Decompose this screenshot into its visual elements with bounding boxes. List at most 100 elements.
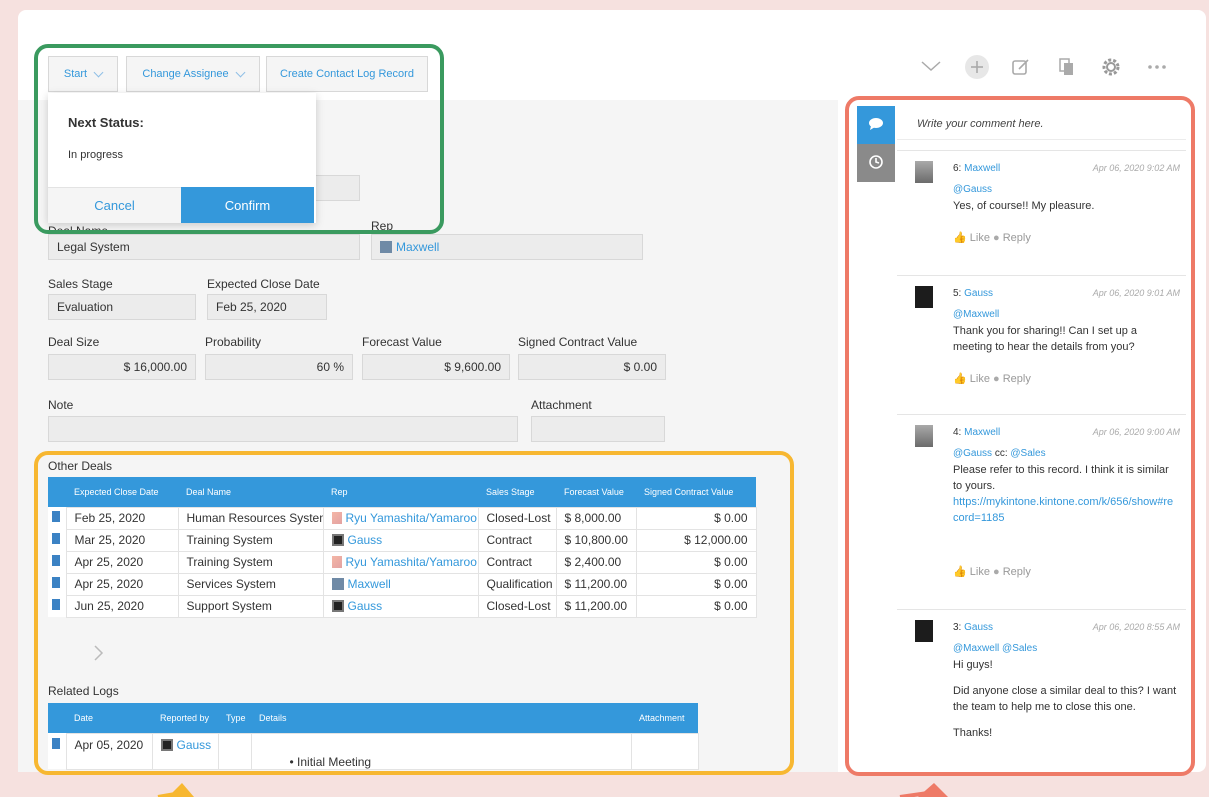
rep-link[interactable]: Ryu Yamashita/Yamaroo <box>346 555 477 569</box>
details-item: Initial Meeting <box>297 754 372 769</box>
comment-author[interactable]: Gauss <box>964 288 993 299</box>
yellow-pointer-arrow <box>150 783 220 797</box>
maxwell-avatar <box>380 241 392 253</box>
comment-text: Yes, of course!! My pleasure. <box>953 200 1095 212</box>
comment-number: 5: <box>953 288 962 299</box>
table-cell-stage: Contract <box>477 550 557 574</box>
comment-actions: 👍 Like ● Reply <box>953 565 1031 578</box>
collapse-chevron-icon[interactable] <box>920 58 942 79</box>
more-icon[interactable] <box>1146 60 1168 79</box>
confirm-button[interactable]: Confirm <box>181 187 314 223</box>
reporter-link[interactable]: Gauss <box>177 738 212 752</box>
status-action-popup: Next Status: In progress Cancel Confirm <box>48 93 316 223</box>
table-cell-forecast: $ 10,800.00 <box>555 528 637 552</box>
table-cell-forecast: $ 8,000.00 <box>555 506 637 530</box>
table-cell-date: Feb 25, 2020 <box>65 506 179 530</box>
table-header: Signed Contract Value <box>636 477 756 507</box>
chevron-down-icon <box>235 67 246 77</box>
table-row[interactable]: Jun 25, 2020 Support System Gauss Closed… <box>48 594 757 618</box>
reply-button[interactable]: Reply <box>1003 232 1031 244</box>
comment-mention[interactable]: @Gauss <box>953 182 1178 198</box>
document-icon[interactable] <box>52 511 60 522</box>
attachment-label: Attachment <box>531 398 592 412</box>
comment-mention[interactable]: @Sales <box>1010 448 1045 459</box>
avatar <box>915 286 933 308</box>
table-header: Attachment <box>631 703 698 733</box>
like-button[interactable]: Like <box>970 566 990 578</box>
history-icon <box>868 154 884 173</box>
table-cell-details: • Initial Meeting <box>250 732 632 770</box>
document-icon[interactable] <box>52 599 60 610</box>
rep-link[interactable]: Maxwell <box>348 577 391 591</box>
start-button[interactable]: Start <box>48 56 118 92</box>
table-cell-name: Services System <box>177 572 324 596</box>
comment-mention[interactable]: @Gauss <box>953 448 992 459</box>
sales-stage-field: Evaluation <box>48 294 196 320</box>
history-tab[interactable] <box>857 144 895 182</box>
like-button[interactable]: Like <box>970 373 990 385</box>
table-header: Forecast Value <box>556 477 636 507</box>
rep-link[interactable]: Ryu Yamashita/Yamaroo <box>346 511 477 525</box>
gear-icon[interactable] <box>1100 56 1122 83</box>
table-header: Deal Name <box>178 477 323 507</box>
comment-text: Please refer to this record. I think it … <box>953 464 1169 492</box>
table-cell-date: Apr 25, 2020 <box>65 550 179 574</box>
comment-author[interactable]: Maxwell <box>964 427 1000 438</box>
table-cell-signed: $ 0.00 <box>635 594 757 618</box>
rep-link[interactable]: Maxwell <box>396 240 439 254</box>
deal-name-label: Deal Name <box>48 224 109 232</box>
plus-icon[interactable] <box>964 54 990 85</box>
comment-number: 3: <box>953 622 962 633</box>
cancel-button[interactable]: Cancel <box>48 187 181 223</box>
table-cell-rep: Gauss <box>322 528 479 552</box>
reply-button[interactable]: Reply <box>1003 373 1031 385</box>
avatar <box>915 161 933 183</box>
comment-item: 3: Gauss Apr 06, 2020 8:55 AM @Maxwell @S… <box>897 609 1186 772</box>
note-label: Note <box>48 398 74 412</box>
comment-cc: cc: <box>994 448 1008 459</box>
table-cell-name: Support System <box>177 594 324 618</box>
comment-mention[interactable]: @Maxwell <box>953 307 1178 323</box>
comment-mention[interactable]: @Maxwell @Sales <box>953 641 1178 657</box>
rep-link[interactable]: Gauss <box>348 599 383 613</box>
comment-author[interactable]: Maxwell <box>964 163 1000 174</box>
table-cell-rep: Maxwell <box>322 572 479 596</box>
avatar <box>331 578 344 590</box>
rep-field: Maxwell <box>371 234 643 260</box>
table-row[interactable]: Mar 25, 2020 Training System Gauss Contr… <box>48 528 757 552</box>
document-icon[interactable] <box>52 555 60 566</box>
avatar <box>160 738 173 751</box>
table-row[interactable]: Apr 25, 2020 Services System Maxwell Qua… <box>48 572 757 596</box>
table-cell-rep: Ryu Yamashita/Yamaroo <box>322 506 479 530</box>
side-panel-tabs <box>857 106 895 182</box>
table-cell-forecast: $ 2,400.00 <box>555 550 637 574</box>
document-icon[interactable] <box>52 577 60 588</box>
other-deals-table: Expected Close Date Deal Name Rep Sales … <box>48 477 757 618</box>
like-button[interactable]: Like <box>970 232 990 244</box>
table-row[interactable]: Apr 05, 2020 Gauss • Initial Meeting <box>48 732 699 770</box>
comment-link[interactable]: https://mykintone.kintone.com/k/656/show… <box>953 494 1178 526</box>
document-icon[interactable] <box>52 533 60 544</box>
table-cell-name: Training System <box>177 528 324 552</box>
comment-input[interactable]: Write your comment here. <box>897 106 1186 140</box>
rep-link[interactable]: Gauss <box>348 533 383 547</box>
document-icon[interactable] <box>52 738 60 749</box>
comment-author[interactable]: Gauss <box>964 622 993 633</box>
table-row[interactable]: Apr 25, 2020 Training System Ryu Yamashi… <box>48 550 757 574</box>
like-icon: 👍 <box>953 232 967 244</box>
next-status-title: Next Status: <box>68 115 144 130</box>
comment-text: Did anyone close a similar deal to this?… <box>953 685 1177 713</box>
duplicate-icon[interactable] <box>1057 56 1077 83</box>
edit-icon[interactable] <box>1010 56 1032 83</box>
table-row[interactable]: Feb 25, 2020 Human Resources System Ryu … <box>48 506 757 530</box>
table-header: Type <box>218 703 251 733</box>
comment-tab[interactable] <box>857 106 895 144</box>
next-page-chevron-icon[interactable] <box>92 644 104 665</box>
probability-field: 60 % <box>205 354 353 380</box>
create-contact-log-button[interactable]: Create Contact Log Record <box>266 56 428 92</box>
change-assignee-button[interactable]: Change Assignee <box>126 56 260 92</box>
reply-button[interactable]: Reply <box>1003 566 1031 578</box>
comment-number: 4: <box>953 427 962 438</box>
comment-icon <box>868 117 884 134</box>
table-cell-forecast: $ 11,200.00 <box>555 594 637 618</box>
